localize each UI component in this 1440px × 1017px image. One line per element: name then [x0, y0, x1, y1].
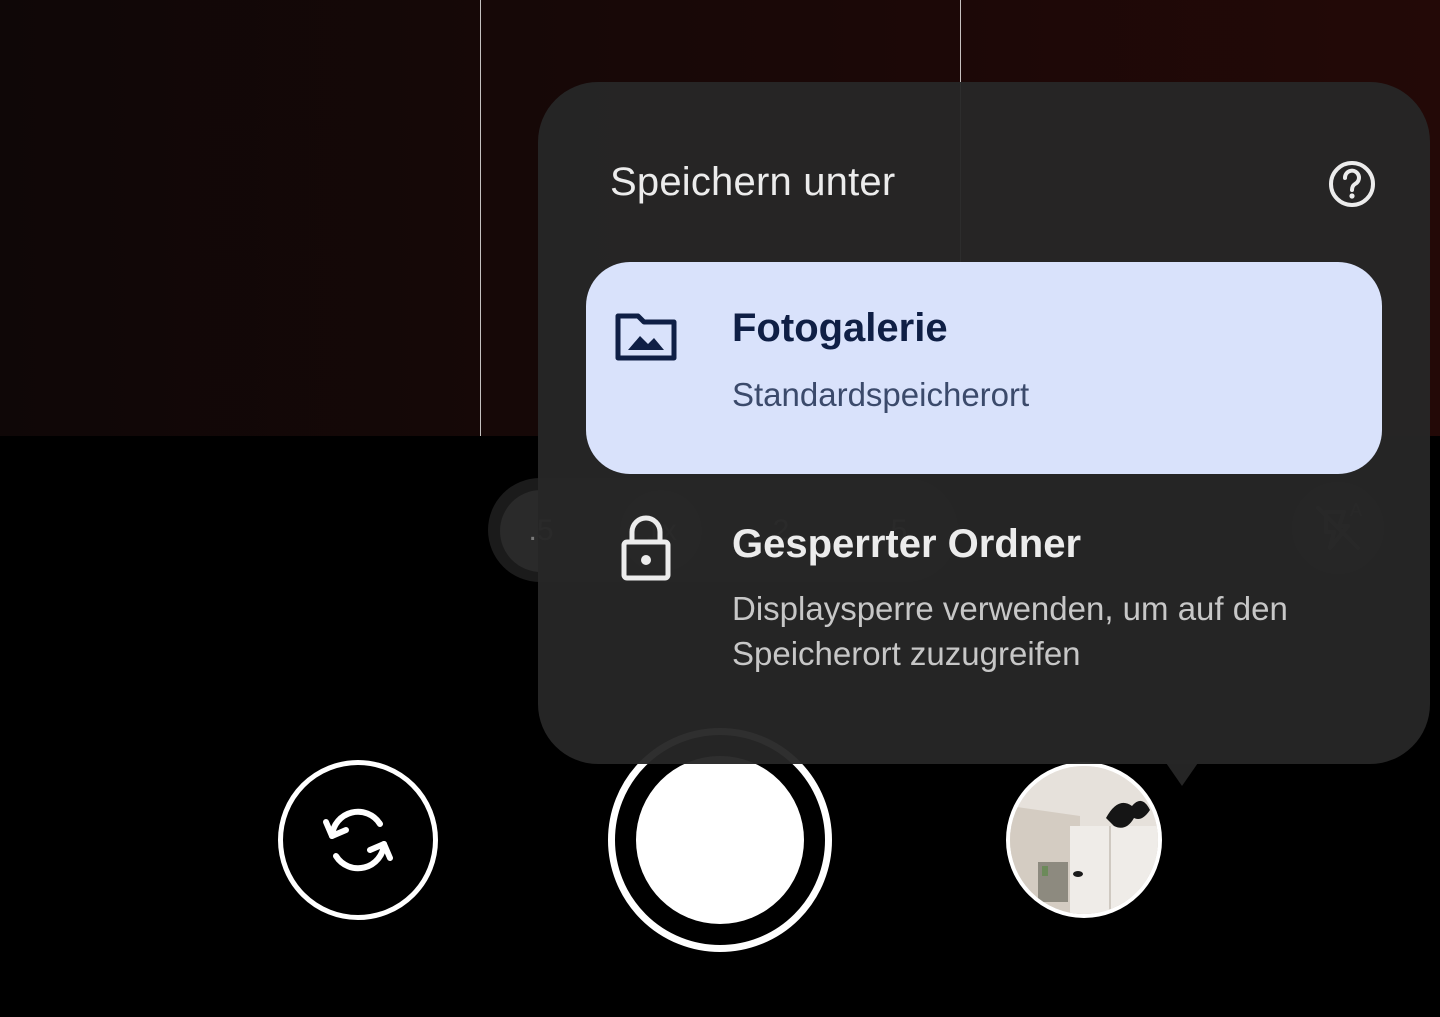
option-photo-gallery[interactable]: Fotogalerie Standardspeicherort	[586, 262, 1382, 474]
popup-pointer	[1164, 760, 1200, 786]
lock-icon	[614, 512, 678, 581]
shutter-button-core[interactable]	[636, 756, 804, 924]
help-button[interactable]	[1326, 158, 1378, 210]
option-title: Gesperrter Ordner	[732, 522, 1082, 566]
switch-camera-button[interactable]	[278, 760, 438, 920]
camera-screen: .5 1x 2 5 A Speich	[0, 0, 1440, 1017]
grid-line	[480, 0, 481, 436]
last-photo-thumbnail	[1010, 766, 1158, 914]
option-subtitle: Standardspeicherort	[732, 376, 1030, 413]
popup-title: Speichern unter	[610, 160, 896, 204]
gallery-thumbnail-button[interactable]	[1006, 762, 1162, 918]
save-location-popup: Speichern unter Fotogalerie Standardspei…	[538, 82, 1430, 764]
option-title: Fotogalerie	[732, 306, 948, 350]
option-locked-folder[interactable]: Gesperrter Ordner Displaysperre verwende…	[586, 482, 1382, 692]
option-subtitle: Displaysperre verwenden, um auf den Spei…	[732, 590, 1288, 672]
switch-camera-icon	[323, 808, 393, 872]
help-circle-icon	[1329, 161, 1375, 207]
photo-folder-icon	[614, 304, 678, 368]
